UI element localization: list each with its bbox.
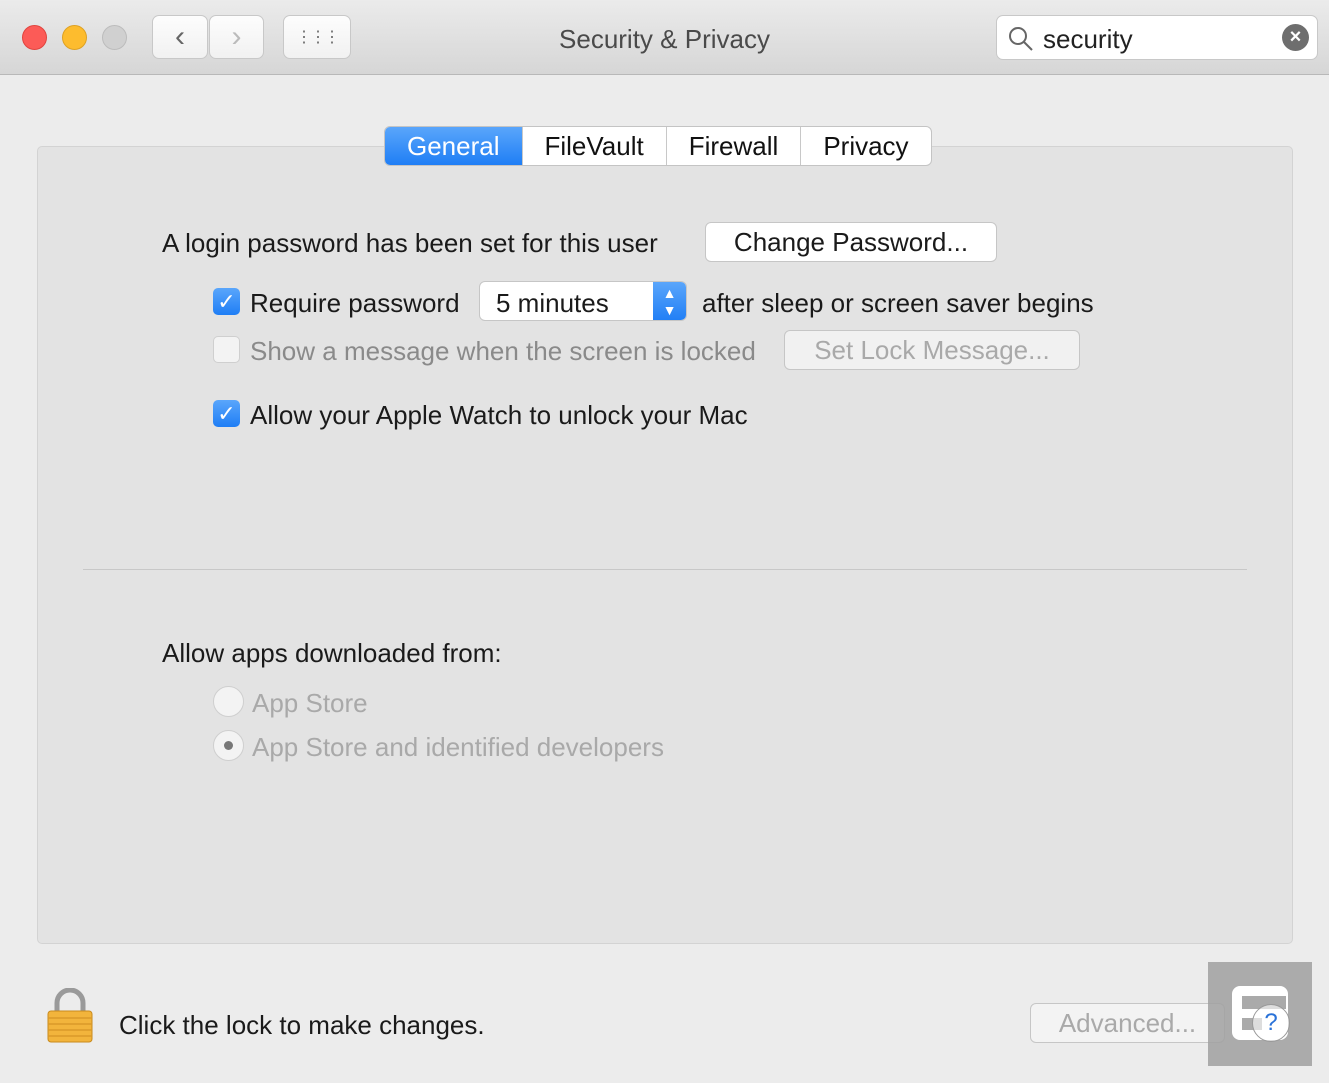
help-button[interactable]: ? (1252, 1004, 1290, 1042)
tab-filevault[interactable]: FileVault (523, 127, 667, 165)
require-password-checkbox[interactable]: ✓ (213, 288, 240, 315)
apple-watch-checkbox[interactable]: ✓ (213, 400, 240, 427)
apple-watch-label: Allow your Apple Watch to unlock your Ma… (250, 400, 748, 430)
title-bar: ‹ › ⋮⋮⋮ Security & Privacy security × (0, 0, 1329, 75)
help-icon: ? (1264, 1009, 1278, 1036)
search-icon (1009, 27, 1033, 51)
login-password-text: A login password has been set for this u… (162, 228, 658, 258)
app-store-label: App Store (252, 688, 368, 718)
require-password-delay-select[interactable]: 5 minutes ▲ ▼ (479, 281, 687, 321)
tab-general[interactable]: General (385, 127, 523, 165)
tab-privacy[interactable]: Privacy (801, 127, 930, 165)
clear-search-icon[interactable]: × (1282, 24, 1309, 51)
show-message-checkbox[interactable] (213, 336, 240, 363)
delay-value: 5 minutes (496, 288, 609, 318)
identified-developers-label: App Store and identified developers (252, 732, 664, 762)
app-store-radio[interactable] (213, 686, 244, 717)
change-password-button[interactable]: Change Password... (705, 222, 997, 262)
divider (83, 569, 1247, 570)
require-password-label: Require password (250, 288, 460, 318)
allow-apps-label: Allow apps downloaded from: (162, 638, 502, 668)
show-message-label: Show a message when the screen is locked (250, 336, 756, 366)
search-field[interactable]: security × (996, 15, 1318, 60)
identified-developers-radio[interactable] (213, 730, 244, 761)
require-password-suffix: after sleep or screen saver begins (702, 288, 1094, 318)
tab-firewall[interactable]: Firewall (667, 127, 802, 165)
checkmark-icon: ✓ (217, 401, 236, 426)
search-input[interactable]: security (1043, 24, 1133, 55)
lock-text: Click the lock to make changes. (119, 1010, 485, 1040)
tab-bar: General FileVault Firewall Privacy (384, 126, 932, 166)
lock-icon[interactable] (45, 988, 95, 1044)
advanced-button[interactable]: Advanced... (1030, 1003, 1225, 1043)
general-panel (37, 146, 1293, 944)
stepper-arrows-icon: ▲ ▼ (653, 282, 686, 320)
checkmark-icon: ✓ (217, 289, 236, 314)
set-lock-message-button[interactable]: Set Lock Message... (784, 330, 1080, 370)
